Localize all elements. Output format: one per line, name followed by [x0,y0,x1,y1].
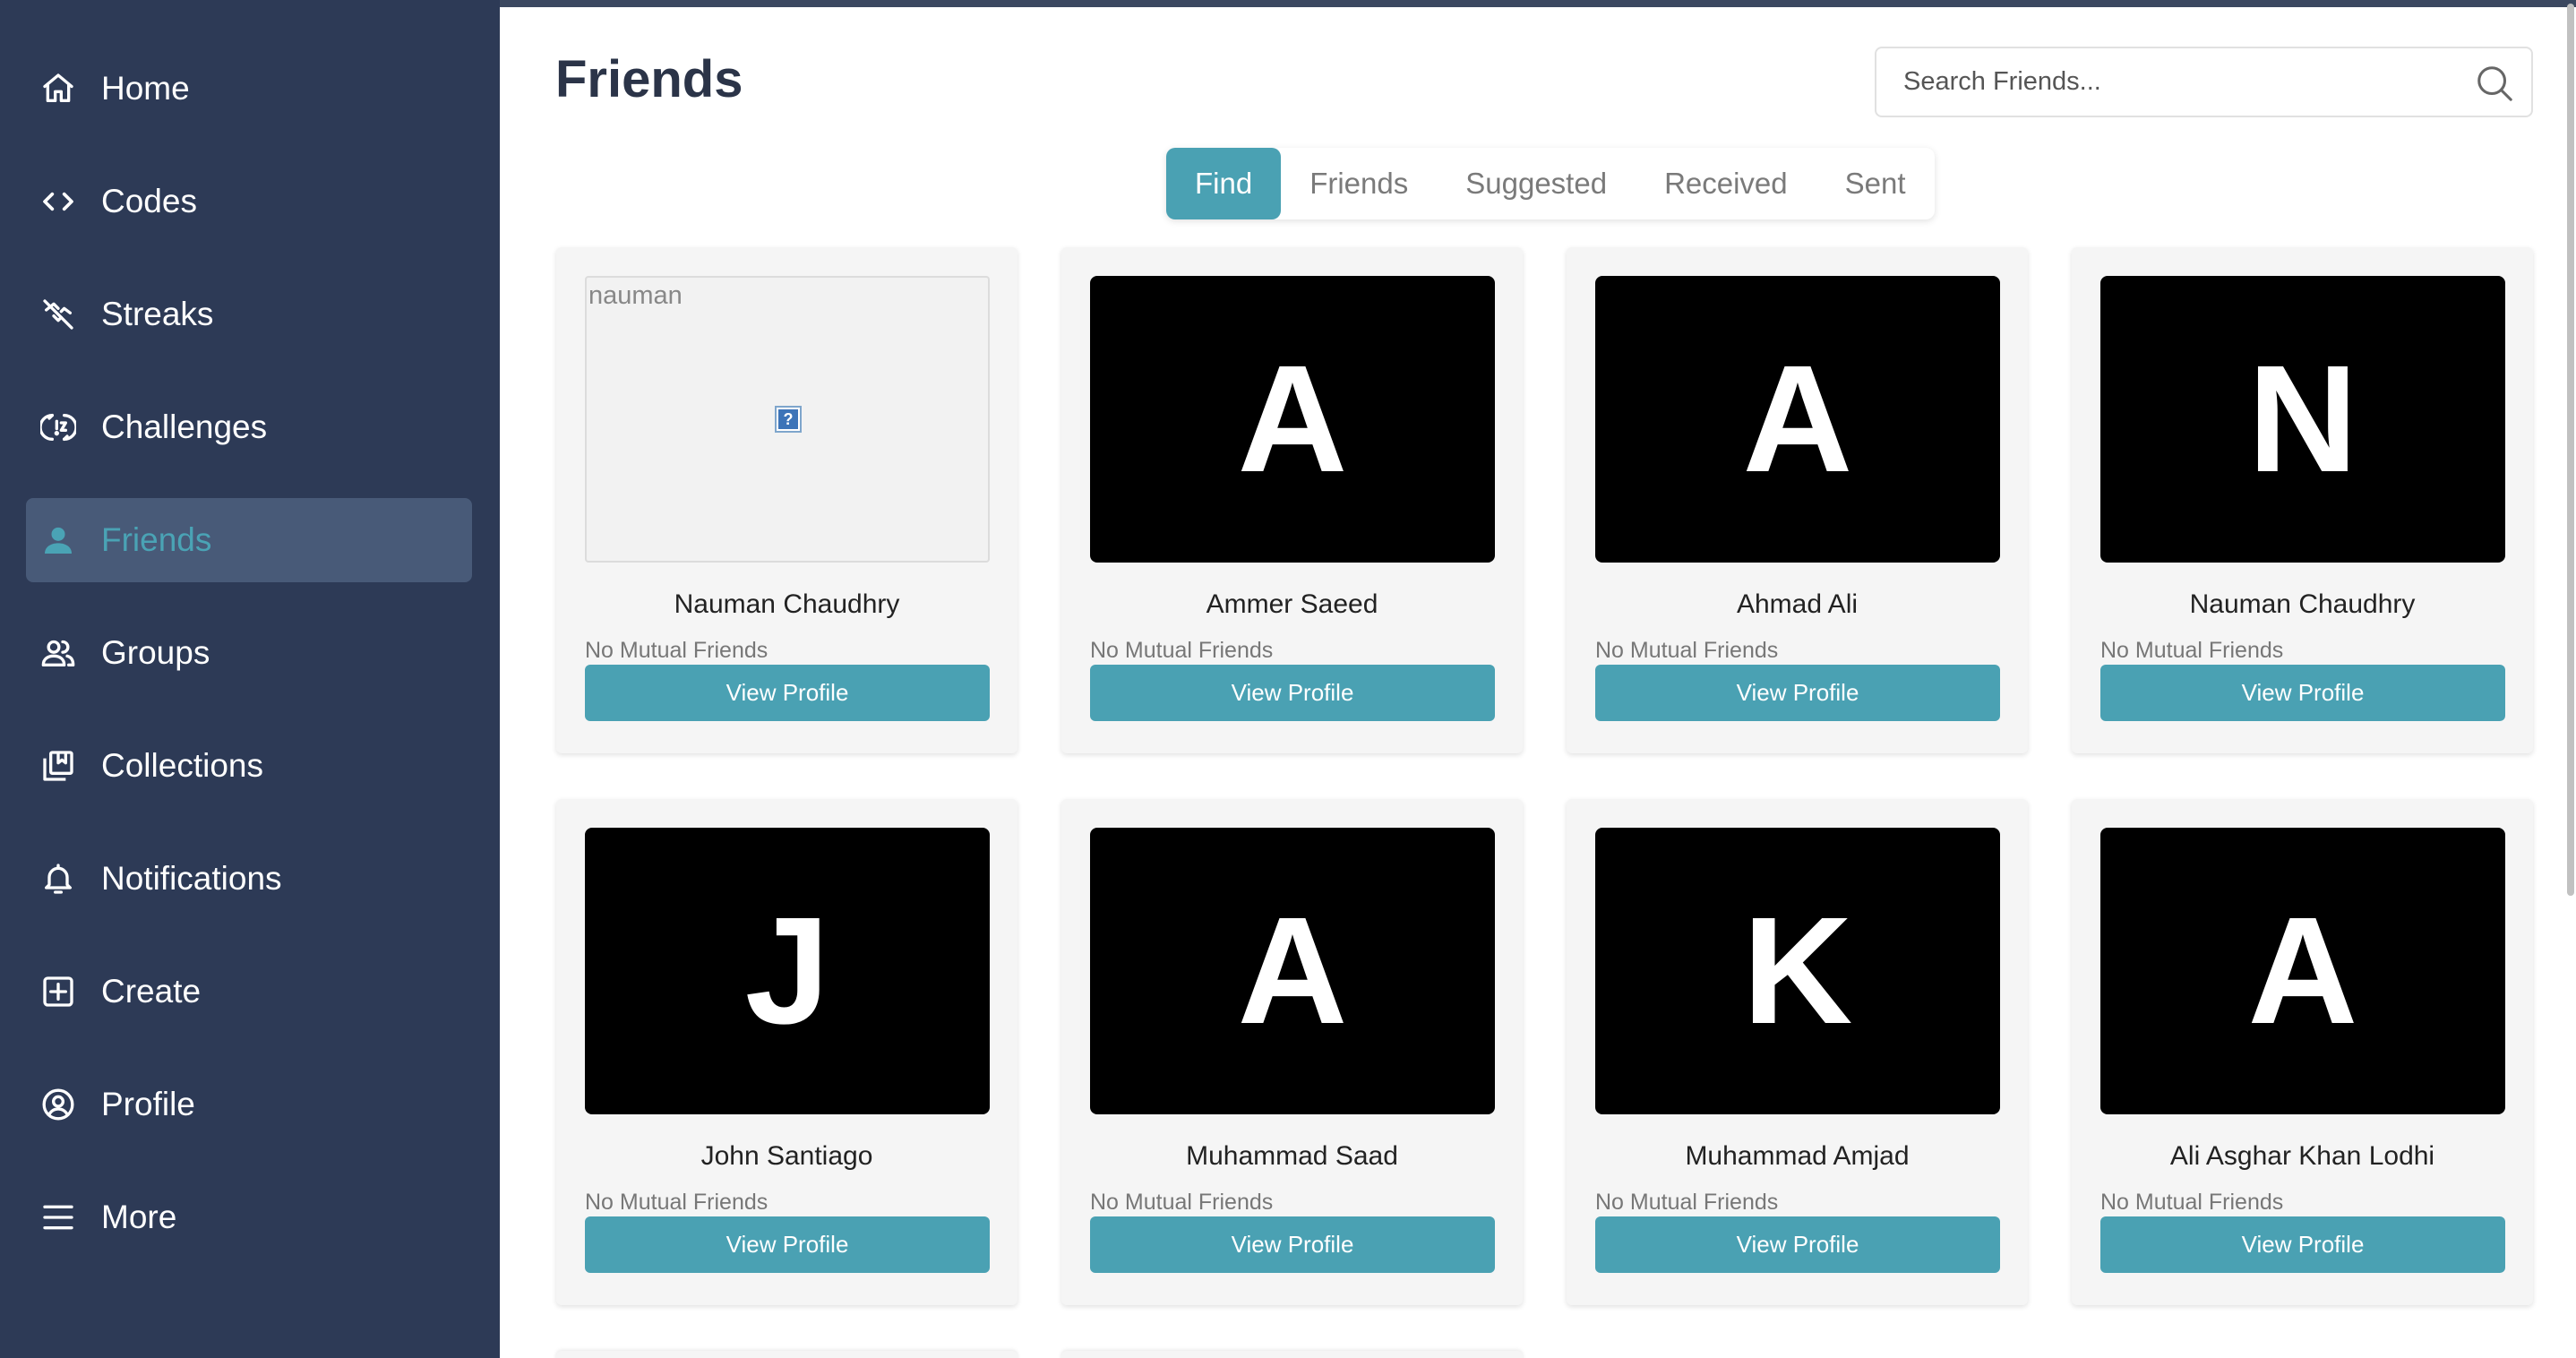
mutual-friends: No Mutual Friends [585,638,769,663]
sidebar-item-collections[interactable]: Collections [26,724,472,808]
code-icon [39,182,78,221]
sidebar-item-label: Challenges [101,408,268,445]
sidebar-item-label: Collections [101,747,263,784]
sidebar-item-label: Profile [101,1086,195,1122]
mutual-friends: No Mutual Friends [1090,638,1274,663]
groups-icon [39,633,78,673]
sidebar-item-label: Friends [101,521,212,558]
bell-icon [39,859,78,898]
mutual-friends: No Mutual Friends [2100,638,2284,663]
sidebar-item-home[interactable]: Home [26,47,472,131]
image-alt-text: nauman [588,281,683,310]
sidebar-item-label: Home [101,70,190,107]
avatar-image: nauman ? [585,276,990,563]
page-title: Friends [555,50,743,108]
sidebar-item-label: More [101,1199,177,1235]
sidebar-item-codes[interactable]: Codes [26,159,472,244]
challenge-icon [39,408,78,447]
friend-name: John Santiago [700,1141,873,1171]
view-profile-button[interactable]: View Profile [1090,1216,1495,1273]
friend-card: A Ahmad Ali No Mutual Friends View Profi… [1567,247,2028,753]
friend-card: N Nauman Chaudhry No Mutual Friends View… [2072,247,2533,753]
streak-off-icon [39,295,78,334]
avatar-initial: N [2100,276,2505,563]
profile-circle-icon [39,1085,78,1124]
top-border [500,0,2576,7]
sidebar-item-more[interactable]: More [26,1175,472,1259]
friend-card: K Muhammad Amjad No Mutual Friends View … [1567,799,2028,1305]
page-scrollbar[interactable] [2565,0,2576,1358]
view-profile-button[interactable]: View Profile [1595,665,2000,721]
search-box [1875,47,2533,117]
mutual-friends: No Mutual Friends [585,1190,769,1215]
sidebar-item-profile[interactable]: Profile [26,1062,472,1147]
friend-card: J John Santiago No Mutual Friends View P… [556,799,1018,1305]
friend-card: A Muhammad Saad No Mutual Friends View P… [1061,799,1523,1305]
sidebar-item-label: Create [101,973,202,1010]
mutual-friends: No Mutual Friends [2100,1190,2284,1215]
avatar-initial: J [585,828,990,1114]
view-profile-button[interactable]: View Profile [585,665,990,721]
tab-received[interactable]: Received [1636,148,1816,219]
friend-card: nauman ? Nauman Chaudhry No Mutual Frien… [556,247,1018,753]
friend-name: Muhammad Saad [1186,1141,1398,1171]
friend-name: Nauman Chaudhry [2189,589,2416,619]
friend-name: Ali Asghar Khan Lodhi [2169,1141,2435,1171]
view-profile-button[interactable]: View Profile [1090,665,1495,721]
view-profile-button[interactable]: View Profile [585,1216,990,1273]
sidebar-item-label: Codes [101,183,197,219]
mutual-friends: No Mutual Friends [1595,638,1779,663]
broken-image-icon: ? [775,406,802,433]
search-input[interactable] [1903,57,2441,107]
friend-card-partial [556,1351,1018,1358]
avatar-initial: K [1595,828,2000,1114]
view-profile-button[interactable]: View Profile [1595,1216,2000,1273]
friend-card: A Ammer Saeed No Mutual Friends View Pro… [1061,247,1523,753]
plus-square-icon [39,972,78,1011]
scrollbar-thumb[interactable] [2567,4,2574,896]
tab-find[interactable]: Find [1166,148,1282,219]
sidebar: Home Codes Streaks Challenges Friends Gr… [0,0,500,1358]
person-icon [39,520,78,560]
view-profile-button[interactable]: View Profile [2100,1216,2505,1273]
friends-tabs: Find Friends Suggested Received Sent [1166,148,1935,219]
sidebar-item-groups[interactable]: Groups [26,611,472,695]
tab-sent[interactable]: Sent [1816,148,1935,219]
friend-card-partial [1061,1351,1523,1358]
sidebar-item-create[interactable]: Create [26,950,472,1034]
sidebar-item-label: Groups [101,634,210,671]
menu-icon [39,1198,78,1237]
tab-suggested[interactable]: Suggested [1437,148,1636,219]
view-profile-button[interactable]: View Profile [2100,665,2505,721]
avatar-initial: A [2100,828,2505,1114]
avatar-initial: A [1595,276,2000,563]
friend-card: A Ali Asghar Khan Lodhi No Mutual Friend… [2072,799,2533,1305]
sidebar-item-notifications[interactable]: Notifications [26,837,472,921]
friend-name: Ammer Saeed [1206,589,1378,619]
sidebar-item-label: Notifications [101,860,282,897]
sidebar-item-streaks[interactable]: Streaks [26,272,472,357]
avatar-initial: A [1090,828,1495,1114]
sidebar-item-label: Streaks [101,296,214,332]
friend-name: Nauman Chaudhry [674,589,900,619]
sidebar-item-challenges[interactable]: Challenges [26,385,472,469]
tab-friends[interactable]: Friends [1281,148,1437,219]
sidebar-item-friends[interactable]: Friends [26,498,472,582]
search-icon[interactable] [2474,63,2515,104]
collections-icon [39,746,78,786]
mutual-friends: No Mutual Friends [1595,1190,1779,1215]
avatar-initial: A [1090,276,1495,563]
mutual-friends: No Mutual Friends [1090,1190,1274,1215]
home-icon [39,69,78,108]
friend-name: Muhammad Amjad [1685,1141,1910,1171]
friend-name: Ahmad Ali [1736,589,1859,619]
